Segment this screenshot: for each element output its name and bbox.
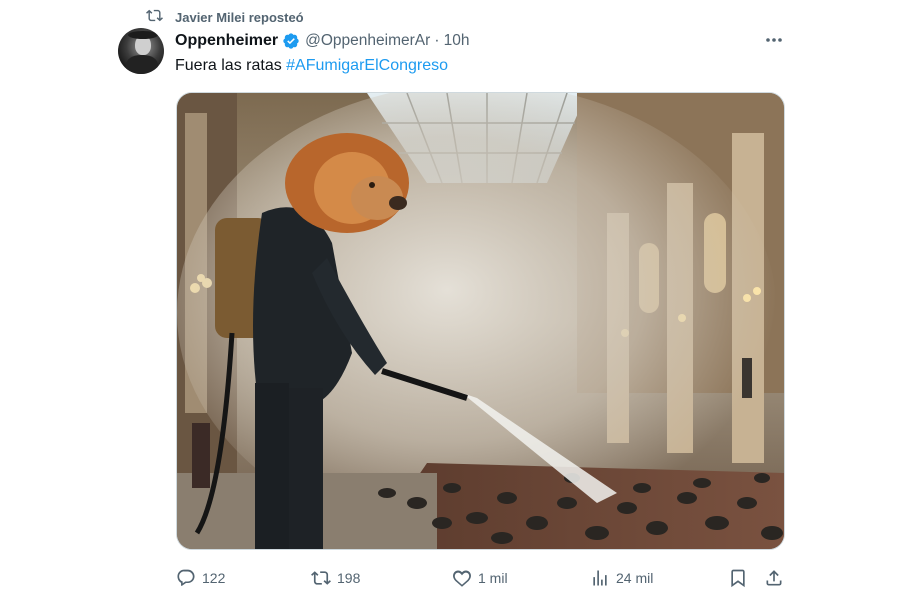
heart-icon — [453, 570, 471, 587]
tweet-actions: 122 198 1 mil 24 mil — [176, 565, 788, 591]
tweet-text-plain: Fuera las ratas — [175, 57, 287, 74]
hashtag-link[interactable]: #AFumigarElCongreso — [286, 57, 448, 74]
bookmark-icon — [731, 569, 745, 588]
verified-badge-icon — [283, 33, 299, 49]
more-icon — [766, 38, 782, 42]
views-button[interactable]: 24 mil — [590, 565, 653, 591]
reply-count: 122 — [202, 570, 226, 586]
author-name[interactable]: Oppenheimer — [175, 32, 278, 50]
repost-text: Javier Milei reposteó — [175, 9, 304, 25]
avatar[interactable] — [118, 28, 164, 74]
like-count: 1 mil — [478, 570, 508, 586]
bookmark-button[interactable] — [728, 565, 748, 591]
tweet-header: Oppenheimer @OppenheimerAr · 10h — [175, 31, 470, 51]
share-icon — [766, 570, 782, 586]
author-handle[interactable]: @OppenheimerAr — [305, 32, 430, 50]
reply-icon — [177, 569, 195, 586]
repost-button[interactable]: 198 — [311, 565, 360, 591]
tweet-media-image[interactable] — [176, 92, 785, 550]
views-count: 24 mil — [616, 570, 654, 586]
reply-button[interactable]: 122 — [176, 565, 225, 591]
repost-count: 198 — [337, 570, 361, 586]
timestamp[interactable]: 10h — [444, 32, 470, 50]
repost-icon — [146, 7, 163, 27]
share-button[interactable] — [764, 565, 784, 591]
views-chart-icon — [593, 570, 607, 586]
like-button[interactable]: 1 mil — [452, 565, 508, 591]
repost-action-icon — [311, 571, 331, 585]
repost-indicator[interactable]: Javier Milei reposteó — [146, 8, 304, 26]
tweet-text: Fuera las ratas #AFumigarElCongreso — [175, 57, 448, 75]
separator-dot: · — [434, 32, 440, 49]
more-options-button[interactable] — [762, 32, 786, 48]
